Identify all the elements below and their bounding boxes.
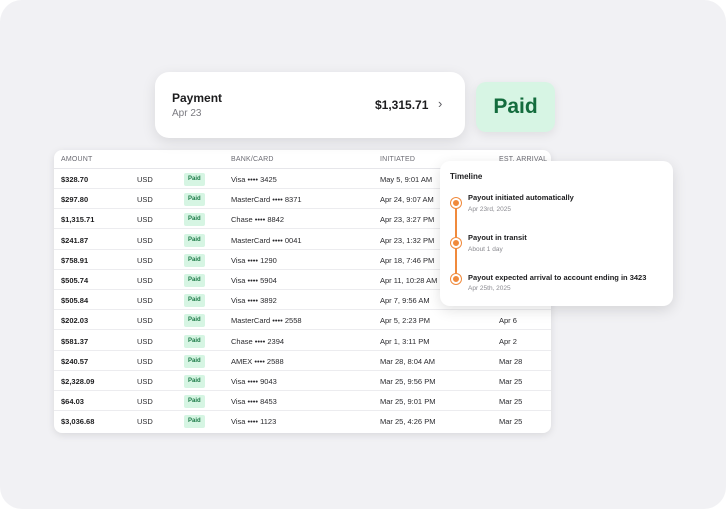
row-amount: $297.80 <box>61 195 89 205</box>
row-bank-card: Visa •••• 9043 <box>231 377 277 386</box>
row-status-badge: Paid <box>184 213 205 227</box>
row-eta: Apr 6 <box>499 316 517 326</box>
row-currency: USD <box>137 316 153 326</box>
row-status-badge: Paid <box>184 294 205 308</box>
row-amount: $202.03 <box>61 316 89 326</box>
payment-title: Payment <box>172 91 223 105</box>
row-initiated: May 5, 9:01 AM <box>380 175 433 184</box>
row-amount: $64.03 <box>61 397 84 407</box>
row-bank-card: Chase •••• 2394 <box>231 336 285 346</box>
row-bank-card: MasterCard •••• 8371 <box>231 195 302 205</box>
row-status-badge: Paid <box>184 274 205 287</box>
row-initiated: Apr 23, 3:27 PM <box>380 215 435 225</box>
row-bank-card: Visa •••• 3425 <box>231 175 277 184</box>
row-initiated: Apr 7, 9:56 AM <box>380 296 430 306</box>
row-amount: $241.87 <box>61 235 89 245</box>
row-initiated: Apr 24, 9:07 AM <box>380 195 434 205</box>
row-eta: Mar 25 <box>499 397 523 407</box>
row-bank-card: Visa •••• 1290 <box>231 255 277 265</box>
row-eta: Apr 2 <box>499 336 517 346</box>
row-status-badge: Paid <box>184 354 205 368</box>
timeline-event-sub: Apr 25th, 2025 <box>468 285 511 292</box>
payment-card[interactable]: Payment Apr 23 $1,315.71 › <box>155 72 465 138</box>
row-currency: USD <box>137 417 153 427</box>
row-amount: $505.84 <box>61 296 89 306</box>
table-row[interactable]: $202.03 USD Paid MasterCard •••• 2558 Apr 5,… <box>54 310 551 331</box>
row-currency: USD <box>137 336 153 346</box>
row-bank-card: Visa •••• 1123 <box>231 417 277 427</box>
timeline-title: Timeline <box>450 172 483 181</box>
row-amount: $1,315.71 <box>61 215 95 225</box>
row-amount: $2,328.09 <box>61 377 95 386</box>
row-status-badge: Paid <box>184 334 205 348</box>
row-eta: Mar 28 <box>499 356 523 366</box>
timeline-dot-icon <box>451 274 461 284</box>
paid-status-badge: Paid <box>476 82 555 132</box>
row-bank-card: MasterCard •••• 0041 <box>231 235 302 245</box>
row-amount: $3,036.68 <box>61 417 95 427</box>
row-bank-card: MasterCard •••• 2558 <box>231 316 302 326</box>
row-currency: USD <box>137 377 153 386</box>
payment-amount: $1,315.71 <box>375 98 429 112</box>
row-bank-card: AMEX •••• 2588 <box>231 356 284 366</box>
payment-date: Apr 23 <box>172 108 202 119</box>
header-bank: BANK/CARD <box>231 156 274 163</box>
row-currency: USD <box>137 195 153 205</box>
row-initiated: Apr 23, 1:32 PM <box>380 235 435 245</box>
row-initiated: Mar 28, 8:04 AM <box>380 356 436 366</box>
row-bank-card: Chase •••• 8842 <box>231 215 285 225</box>
row-status-badge: Paid <box>184 395 205 409</box>
table-row[interactable]: $3,036.68 USD Paid Visa •••• 1123 Mar 25, 4:… <box>54 411 551 431</box>
table-row[interactable]: $2,328.09 USD Paid Visa •••• 9043 Mar 25, 9:… <box>54 371 551 391</box>
row-bank-card: Visa •••• 5904 <box>231 276 277 285</box>
row-eta: Mar 25 <box>499 377 523 386</box>
header-initiated: INITIATED <box>380 156 416 163</box>
row-currency: USD <box>137 215 153 225</box>
row-eta: Mar 25 <box>499 417 523 427</box>
row-status-badge: Paid <box>184 193 205 207</box>
row-status-badge: Paid <box>184 375 205 388</box>
header-amount: AMOUNT <box>61 156 93 163</box>
chevron-right-icon[interactable]: › <box>438 96 442 111</box>
row-currency: USD <box>137 175 153 184</box>
timeline-event-title: Payout in transit <box>468 233 527 242</box>
row-amount: $505.74 <box>61 276 89 285</box>
row-status-badge: Paid <box>184 253 205 267</box>
row-currency: USD <box>137 356 153 366</box>
timeline-card: Timeline Payout initiated automatically … <box>440 161 673 306</box>
row-initiated: Mar 25, 4:26 PM <box>380 417 436 427</box>
timeline-dot-icon <box>451 238 461 248</box>
timeline-dot-icon <box>451 198 461 208</box>
row-amount: $581.37 <box>61 336 89 346</box>
row-initiated: Apr 1, 3:11 PM <box>380 336 430 346</box>
row-bank-card: Visa •••• 8453 <box>231 397 277 407</box>
row-amount: $240.57 <box>61 356 89 366</box>
row-currency: USD <box>137 255 153 265</box>
row-status-badge: Paid <box>184 233 205 247</box>
timeline-event-sub: About 1 day <box>468 246 503 253</box>
row-currency: USD <box>137 276 153 285</box>
row-bank-card: Visa •••• 3892 <box>231 296 277 306</box>
row-currency: USD <box>137 235 153 245</box>
row-currency: USD <box>137 296 153 306</box>
row-status-badge: Paid <box>184 173 205 186</box>
row-initiated: Mar 25, 9:56 PM <box>380 377 436 386</box>
row-status-badge: Paid <box>184 415 205 429</box>
row-initiated: Apr 5, 2:23 PM <box>380 316 431 326</box>
timeline-event-sub: Apr 23rd, 2025 <box>468 206 512 213</box>
row-amount: $328.70 <box>61 175 89 184</box>
row-initiated: Apr 11, 10:28 AM <box>380 276 438 285</box>
table-row[interactable]: $240.57 USD Paid AMEX •••• 2588 Mar 28, 8:04… <box>54 351 551 371</box>
timeline-event-title: Payout initiated automatically <box>468 193 574 202</box>
row-status-badge: Paid <box>184 314 205 328</box>
row-initiated: Apr 18, 7:46 PM <box>380 255 435 265</box>
table-row[interactable]: $581.37 USD Paid Chase •••• 2394 Apr 1, 3:11… <box>54 331 551 351</box>
table-row[interactable]: $64.03 USD Paid Visa •••• 8453 Mar 25, 9:01 … <box>54 391 551 412</box>
timeline-event-title: Payout expected arrival to account endin… <box>468 273 647 282</box>
row-amount: $758.91 <box>61 255 89 265</box>
row-initiated: Mar 25, 9:01 PM <box>380 397 436 407</box>
row-currency: USD <box>137 397 153 407</box>
